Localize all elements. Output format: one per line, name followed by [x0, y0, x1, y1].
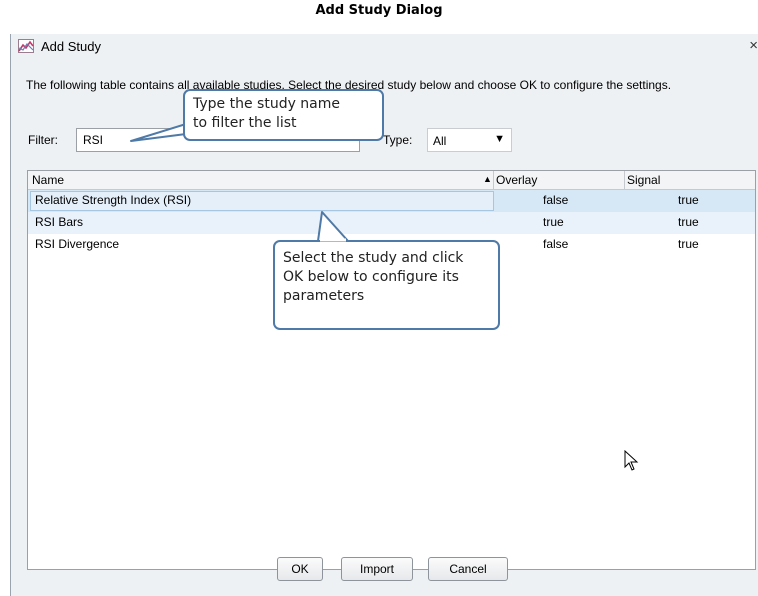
type-select[interactable]: All ▼ — [427, 128, 512, 152]
import-button[interactable]: Import — [341, 557, 413, 581]
table-header: Name ▲ Overlay Signal — [28, 171, 755, 190]
callout-text: Type the study name — [193, 96, 341, 112]
dialog-titlebar: Add Study × — [11, 34, 758, 60]
select-tip-callout: Select the study and click OK below to c… — [273, 240, 500, 330]
row-name: Relative Strength Index (RSI) — [35, 193, 192, 207]
row-signal: true — [678, 193, 699, 207]
row-signal: true — [678, 237, 699, 251]
row-name: RSI Bars — [35, 215, 84, 229]
chevron-down-icon: ▼ — [494, 133, 505, 145]
type-select-value: All — [433, 134, 447, 148]
column-header-overlay[interactable]: Overlay — [496, 173, 537, 187]
filter-tip-callout: Type the study name to filter the list — [183, 89, 384, 141]
column-divider[interactable] — [493, 171, 494, 189]
row-name: RSI Divergence — [35, 237, 120, 251]
sort-ascending-icon: ▲ — [483, 174, 492, 184]
type-label: Type: — [383, 133, 413, 147]
cancel-button[interactable]: Cancel — [428, 557, 508, 581]
close-icon[interactable]: × — [749, 37, 758, 54]
column-header-name[interactable]: Name — [32, 173, 64, 187]
dialog-title: Add Study — [41, 39, 101, 54]
row-overlay: false — [543, 237, 569, 251]
row-overlay: true — [543, 215, 564, 229]
studies-table: Name ▲ Overlay Signal Relative Strength … — [27, 170, 756, 570]
row-signal: true — [678, 215, 699, 229]
callout-text: to filter the list — [193, 115, 297, 131]
column-header-signal[interactable]: Signal — [627, 173, 660, 187]
callout-text: OK below to configure its — [283, 269, 459, 285]
chart-icon — [18, 39, 34, 53]
callout-text: Select the study and click — [283, 250, 464, 266]
row-overlay: false — [543, 193, 569, 207]
table-row[interactable]: Relative Strength Index (RSI) false true — [28, 190, 755, 212]
column-divider[interactable] — [624, 171, 625, 189]
mouse-cursor-icon — [624, 450, 639, 471]
table-row[interactable]: RSI Bars true true — [28, 212, 755, 234]
ok-button[interactable]: OK — [277, 557, 323, 581]
page-caption: Add Study Dialog — [315, 3, 443, 18]
callout-text: parameters — [283, 288, 365, 304]
filter-label: Filter: — [28, 133, 58, 147]
